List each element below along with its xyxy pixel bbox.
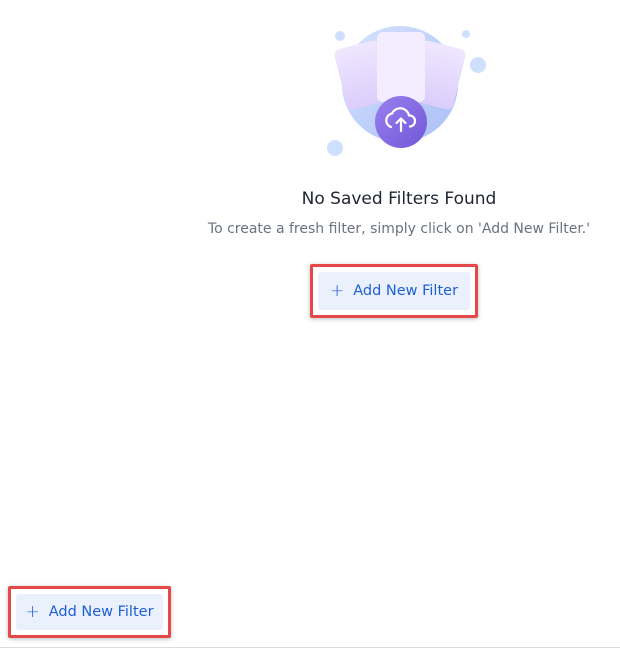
plus-icon: + bbox=[25, 601, 40, 622]
add-new-filter-button[interactable]: + Add New Filter bbox=[318, 272, 470, 310]
plus-icon: + bbox=[329, 280, 345, 301]
footer-action-highlight: + Add New Filter bbox=[8, 586, 171, 638]
footer-add-new-filter-label: Add New Filter bbox=[48, 604, 154, 620]
footer-add-new-filter-button[interactable]: + Add New Filter bbox=[16, 594, 163, 630]
empty-state-subtitle: To create a fresh filter, simply click o… bbox=[207, 221, 591, 237]
empty-state-title: No Saved Filters Found bbox=[301, 189, 497, 209]
folder-cards-illustration bbox=[327, 26, 486, 156]
empty-state-illustration bbox=[320, 22, 490, 162]
primary-action-highlight: + Add New Filter bbox=[310, 264, 478, 318]
add-new-filter-label: Add New Filter bbox=[353, 283, 459, 299]
bottom-divider bbox=[0, 647, 620, 648]
